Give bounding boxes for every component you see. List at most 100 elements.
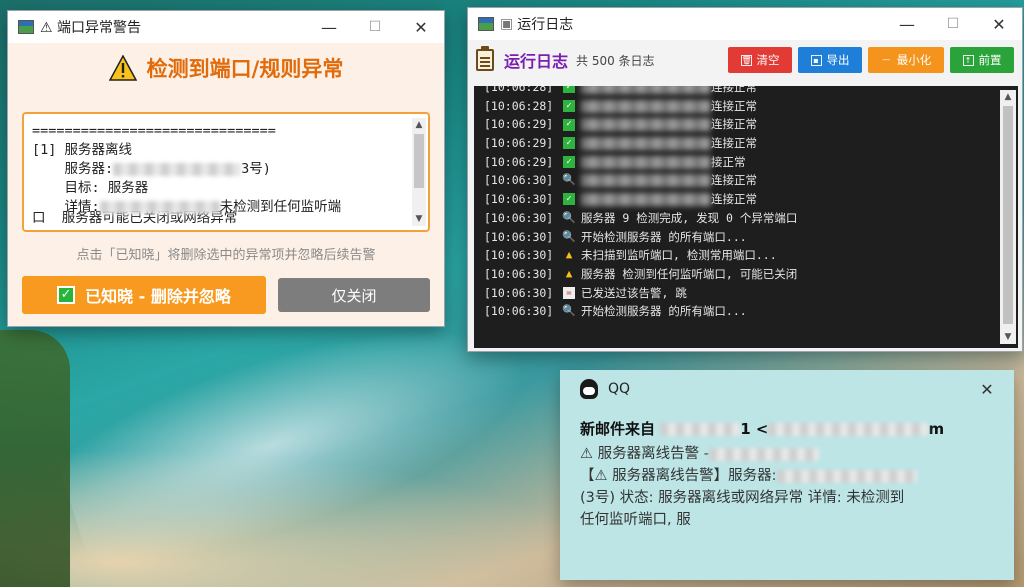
pin-top-button[interactable]: ↑ 前置: [950, 47, 1014, 73]
redacted-log-part: [581, 192, 711, 206]
acknowledge-label: 已知晓 - 删除并忽略: [85, 287, 231, 306]
log-message: 连接正常: [711, 117, 757, 132]
scroll-up-icon[interactable]: ▲: [412, 118, 426, 132]
alert-item-header: [1] 服务器离线: [32, 142, 133, 158]
log-message: 开始检测服务器 的所有端口...: [581, 304, 747, 319]
arrow-up-icon: ↑: [962, 54, 974, 66]
log-timestamp: [10:06:29]: [484, 117, 554, 132]
log-message: 连接正常: [711, 136, 757, 151]
run-log-window: ▣ 运行日志 — ☐ ✕ 运行日志 共 500 条日志 🗑 清空 ▪ 导出 — 最小化…: [467, 7, 1023, 352]
dash-icon: —: [882, 54, 891, 64]
alert-detail-box[interactable]: ============================== [1] 服务器离线 …: [22, 112, 430, 232]
redacted-email: [768, 423, 929, 436]
check-icon: ✓: [563, 100, 575, 113]
log-message: 服务器 检测到任何监听端口, 可能已关闭: [581, 266, 798, 281]
export-button[interactable]: ▪ 导出: [798, 47, 862, 73]
log-line: [10:06:30] 🔍 开始检测服务器 的所有端口...: [484, 228, 994, 247]
check-icon: ✓: [563, 118, 575, 131]
log-message: 连接正常: [711, 98, 757, 113]
app-icon: [478, 17, 494, 31]
log-message: 服务器 9 检测完成, 发现 0 个异常端口: [581, 210, 798, 225]
qq-body-line1: 【⚠ 服务器离线告警】服务器:: [580, 465, 994, 487]
log-message: 连接正常: [711, 192, 757, 207]
log-line: [10:06:30] 🔍 服务器 9 检测完成, 发现 0 个异常端口: [484, 209, 994, 228]
log-scrollbar[interactable]: ▲ ▼: [1000, 90, 1016, 344]
close-icon[interactable]: ✕: [972, 380, 1002, 399]
scroll-down-icon[interactable]: ▼: [1000, 330, 1016, 344]
clipboard-small-icon: ▣: [500, 16, 514, 32]
log-line: [10:06:30] ▲ 未扫描到监听端口, 检测常用端口...: [484, 246, 994, 265]
alert-heading-text: 检测到端口/规则异常: [146, 56, 344, 81]
log-line: [10:06:28] ✓ 连接正常: [484, 86, 994, 97]
qq-sender: 新邮件来自 1 < m: [580, 420, 945, 438]
log-line: [10:06:29] ✓ 连接正常: [484, 115, 994, 134]
scroll-down-icon[interactable]: ▼: [412, 212, 426, 226]
log-line: [10:06:29] ✓ 接正常: [484, 153, 994, 172]
check-icon: ✓: [563, 86, 575, 94]
close-icon[interactable]: ✕: [976, 8, 1022, 40]
qq-app-name: QQ: [608, 381, 631, 397]
separator-line: ==============================: [32, 123, 276, 139]
qq-body: 新邮件来自 1 < m ⚠ 服务器离线告警 - 【⚠ 服务器离线告警】服务器: (…: [560, 406, 1014, 531]
qq-header: QQ ✕: [560, 372, 1014, 406]
search-icon: 🔍: [562, 173, 576, 187]
log-timestamp: [10:06:28]: [484, 86, 554, 94]
log-count: 共 500 条日志: [576, 53, 655, 68]
log-message: 连接正常: [711, 86, 757, 94]
log-timestamp: [10:06:28]: [484, 98, 554, 113]
check-icon: ✓: [563, 193, 575, 206]
log-output[interactable]: [10:06:28] ✓ 连接正常 [10:06:28] ✓ 连接正常 [10:06:29]…: [474, 86, 1018, 348]
qq-notification[interactable]: QQ ✕ 新邮件来自 1 < m ⚠ 服务器离线告警 - 【⚠ 服务器离线告警】服…: [560, 370, 1014, 580]
clear-button[interactable]: 🗑 清空: [728, 47, 792, 73]
scroll-up-icon[interactable]: ▲: [1000, 90, 1016, 104]
scroll-thumb[interactable]: [414, 134, 424, 188]
acknowledge-button[interactable]: ✓ 已知晓 - 删除并忽略: [22, 276, 266, 314]
alert-scrollbar[interactable]: ▲ ▼: [412, 118, 426, 226]
minimize-button[interactable]: — 最小化: [868, 47, 944, 73]
log-message: 接正常: [711, 154, 746, 169]
qq-subject: ⚠ 服务器离线告警 -: [580, 443, 994, 465]
log-window-title: 运行日志: [517, 17, 574, 33]
close-only-button[interactable]: 仅关闭: [278, 278, 430, 312]
maximize-icon[interactable]: ☐: [930, 8, 976, 40]
clipboard-icon: [476, 46, 494, 71]
log-timestamp: [10:06:30]: [484, 173, 554, 188]
minimize-icon[interactable]: —: [306, 11, 352, 43]
log-timestamp: [10:06:30]: [484, 266, 554, 281]
search-icon: 🔍: [562, 229, 576, 243]
save-icon: ▪: [810, 54, 822, 66]
log-line: [10:06:30] 🔍 连接正常: [484, 171, 994, 190]
minimize-icon[interactable]: —: [884, 8, 930, 40]
alert-titlebar[interactable]: ⚠ 端口异常警告 — ☐ ✕: [8, 11, 444, 43]
redacted-log-part: [581, 99, 711, 113]
alert-server-line: 服务器: 3号): [32, 161, 271, 177]
maximize-icon[interactable]: ☐: [352, 11, 398, 43]
close-icon[interactable]: ✕: [398, 11, 444, 43]
alert-window-title: ⚠ 端口异常警告: [40, 20, 142, 36]
redacted-sender: [660, 423, 741, 436]
log-titlebar[interactable]: ▣ 运行日志 — ☐ ✕: [468, 8, 1022, 40]
log-timestamp: [10:06:30]: [484, 210, 554, 225]
check-icon: ✓: [563, 156, 575, 169]
log-message: 开始检测服务器 的所有端口...: [581, 229, 747, 244]
log-toolbar: 运行日志 共 500 条日志 🗑 清空 ▪ 导出 — 最小化 ↑ 前置: [468, 40, 1022, 80]
log-timestamp: [10:06:29]: [484, 136, 554, 151]
log-timestamp: [10:06:30]: [484, 229, 554, 244]
log-line: [10:06:30] 🔍 开始检测服务器 的所有端口...: [484, 302, 994, 321]
redacted-log-part: [581, 136, 711, 150]
scroll-thumb[interactable]: [1003, 106, 1013, 324]
redacted-subject: [708, 447, 819, 461]
warning-icon: [108, 54, 137, 81]
log-line: [10:06:28] ✓ 连接正常: [484, 97, 994, 116]
alert-heading: 检测到端口/规则异常: [8, 43, 444, 93]
log-timestamp: [10:06:29]: [484, 154, 554, 169]
log-line: [10:06:29] ✓ 连接正常: [484, 134, 994, 153]
log-message: 已发送过该告警, 跳: [581, 285, 687, 300]
alert-target-line: 目标: 服务器: [32, 180, 149, 196]
log-line: [10:06:30] ✉ 已发送过该告警, 跳: [484, 284, 994, 303]
log-heading: 运行日志: [504, 52, 569, 71]
trash-icon: 🗑: [740, 54, 752, 66]
alert-hint: 点击「已知晓」将删除选中的异常项并忽略后续告警: [76, 248, 376, 263]
redacted-body: [776, 469, 917, 483]
log-timestamp: [10:06:30]: [484, 285, 554, 300]
